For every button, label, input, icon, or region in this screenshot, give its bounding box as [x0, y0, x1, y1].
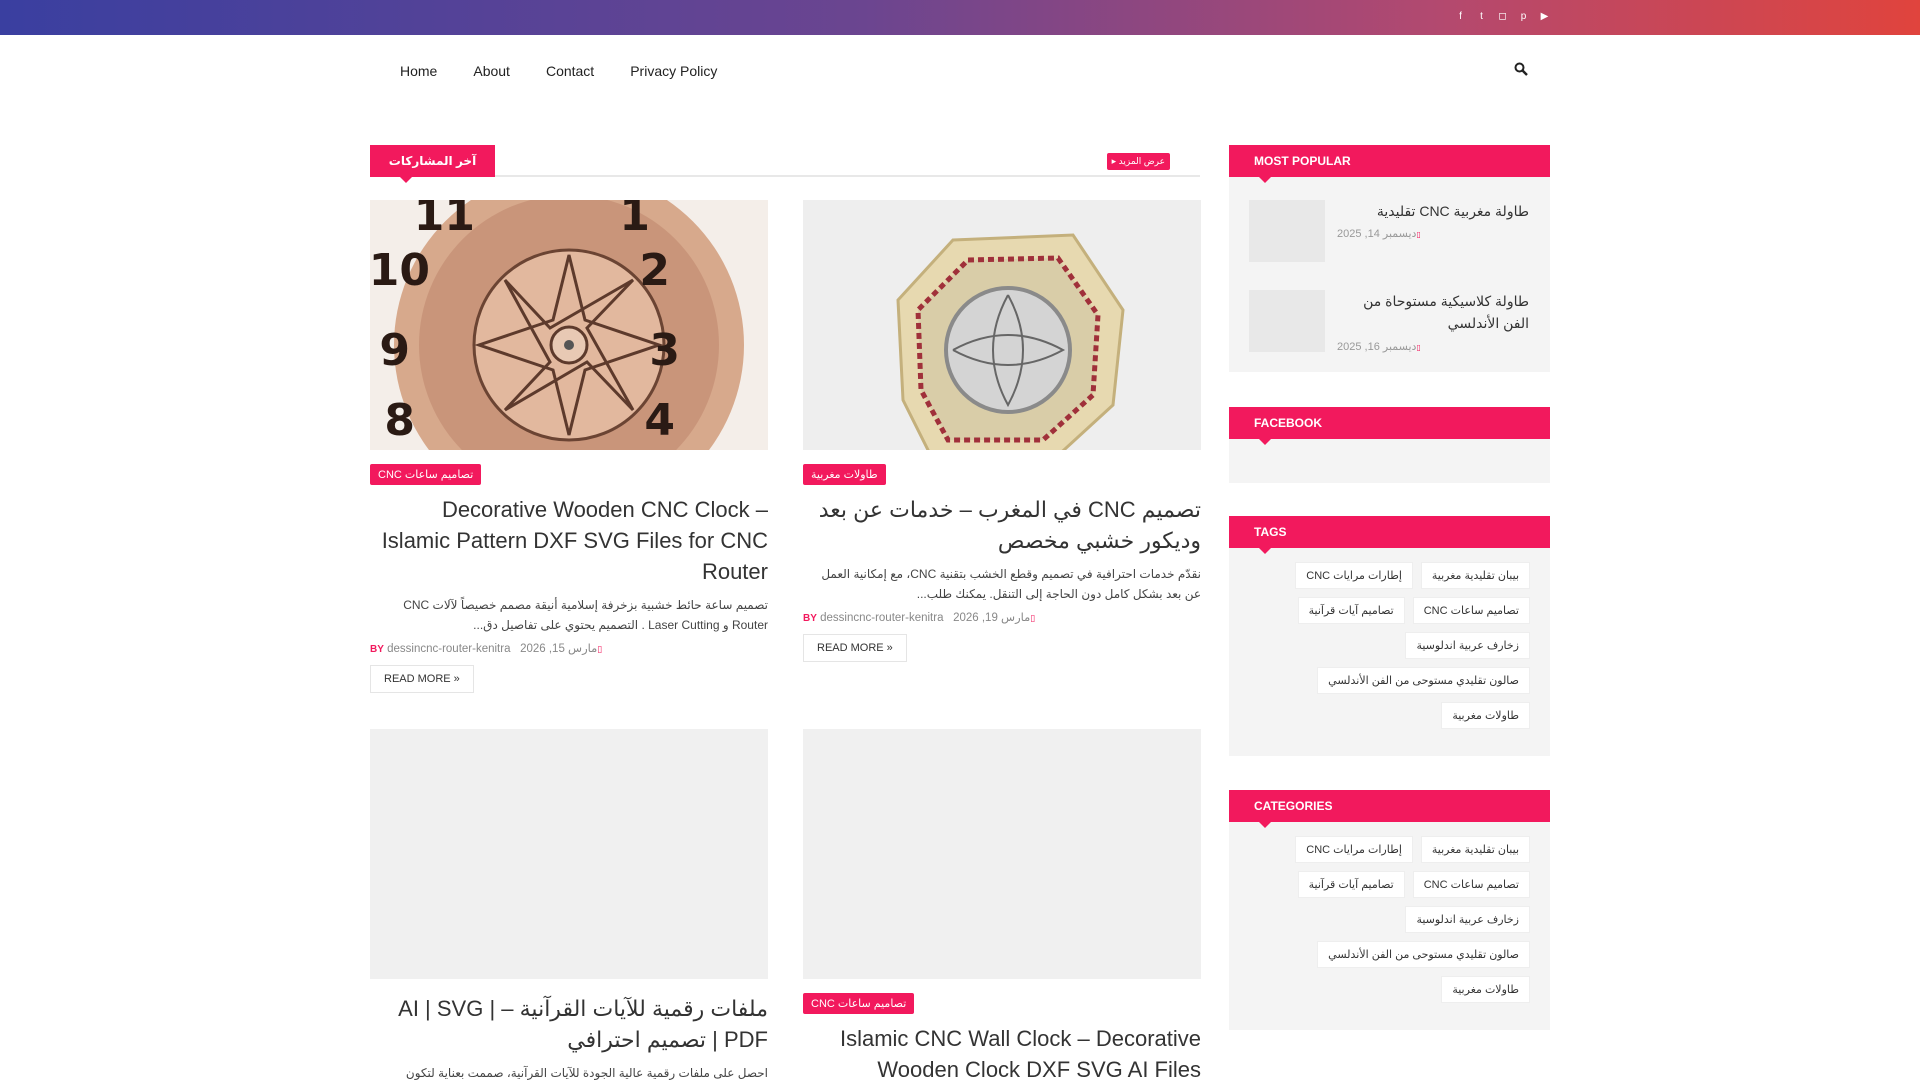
nav-item-privacy-policy[interactable]: Privacy Policy: [630, 63, 717, 79]
popular-post-date: ديسمبر 14, 2025▯: [1337, 228, 1421, 240]
popular-post-item[interactable]: طاولة مغربية CNC تقليدية ديسمبر 14, 2025…: [1249, 200, 1529, 262]
category-item[interactable]: إطارات مرايات CNC: [1295, 836, 1413, 863]
svg-text:1: 1: [619, 200, 650, 241]
widget-title: MOST POPULAR: [1229, 145, 1550, 183]
facebook-icon[interactable]: f: [1455, 11, 1466, 22]
post-title[interactable]: ملفات رقمية للآيات القرآنية – AI | SVG |…: [370, 993, 768, 1055]
post-title[interactable]: Decorative Wooden CNC Clock – Islamic Pa…: [370, 494, 768, 587]
widget-title: CATEGORIES: [1229, 790, 1550, 828]
svg-text:10: 10: [370, 245, 430, 296]
svg-text:4: 4: [644, 395, 675, 446]
category-item[interactable]: طاولات مغربية: [1441, 976, 1530, 1003]
tag-item[interactable]: إطارات مرايات CNC: [1295, 562, 1413, 589]
post-category-label[interactable]: تصاميم ساعات CNC: [370, 464, 482, 485]
category-list: بيبان تقليدية مغربية إطارات مرايات CNC ت…: [1229, 822, 1550, 1019]
popular-post-title[interactable]: طاولة مغربية CNC تقليدية: [1339, 200, 1529, 222]
popular-post-title[interactable]: طاولة كلاسيكية مستوحاة من الفن الأندلسي: [1339, 290, 1529, 334]
post-meta: BY dessincnc-router-kenitra مارس 15, 202…: [370, 641, 768, 655]
tag-item[interactable]: طاولات مغربية: [1441, 702, 1530, 729]
most-popular-widget: MOST POPULAR طاولة مغربية CNC تقليدية دي…: [1229, 145, 1550, 372]
search-icon[interactable]: [1514, 62, 1530, 78]
social-links: f t ◻ p ▶: [1455, 11, 1550, 22]
post-excerpt: تصميم ساعة حائط خشبية بزخرفة إسلامية أني…: [403, 598, 768, 632]
youtube-icon[interactable]: ▶: [1539, 11, 1550, 22]
tag-item[interactable]: تصاميم ساعات CNC: [1412, 597, 1530, 624]
post-card: طاولات مغربية تصميم CNC في المغرب – خدما…: [803, 200, 1201, 662]
tag-item[interactable]: صالون تقليدي مستوحى من الفن الأندلسي: [1317, 667, 1530, 694]
widget-title: FACEBOOK: [1229, 407, 1550, 445]
post-card: تصاميم ساعات CNC Islamic CNC Wall Clock …: [803, 729, 1201, 1080]
read-more-button[interactable]: READ MORE »: [370, 665, 474, 693]
post-thumbnail[interactable]: [803, 729, 1201, 979]
post-excerpt: احصل على ملفات رقمية عالية الجودة للآيات…: [405, 1066, 768, 1080]
category-item[interactable]: تصاميم آيات قرآنية: [1297, 871, 1405, 898]
popular-post-thumbnail[interactable]: [1249, 290, 1325, 352]
tag-item[interactable]: تصاميم آيات قرآنية: [1297, 597, 1405, 624]
post-thumbnail[interactable]: 10 2 93 84 11 1: [370, 200, 768, 450]
popular-post-item[interactable]: طاولة كلاسيكية مستوحاة من الفن الأندلسي …: [1249, 290, 1529, 353]
svg-text:8: 8: [384, 395, 415, 446]
category-item[interactable]: زخارف عربية اندلوسية: [1405, 906, 1530, 933]
post-title[interactable]: تصميم CNC في المغرب – خدمات عن بعد وديكو…: [803, 494, 1201, 556]
category-item[interactable]: صالون تقليدي مستوحى من الفن الأندلسي: [1317, 941, 1530, 968]
svg-text:11: 11: [414, 200, 475, 241]
view-more-button[interactable]: ▸ عرض المزيد: [1106, 153, 1170, 170]
main-nav: Home About Contact Privacy Policy: [400, 60, 1530, 82]
post-by: BY: [803, 613, 817, 624]
latest-posts-section: آخر المشاركات ▸ عرض المزيد 10 2 9 3 8 4 11…: [370, 145, 1201, 1080]
top-bar: f t ◻ p ▶: [0, 0, 1920, 35]
read-more-button[interactable]: READ MORE »: [803, 634, 907, 662]
instagram-icon[interactable]: ◻: [1497, 11, 1508, 22]
facebook-widget: FACEBOOK: [1229, 407, 1550, 483]
svg-text:3: 3: [649, 325, 680, 376]
post-date: مارس 19, 2026: [953, 612, 1031, 624]
nav-item-home[interactable]: Home: [400, 63, 437, 79]
post-title[interactable]: Islamic CNC Wall Clock – Decorative Wood…: [803, 1023, 1201, 1080]
popular-post-date: ديسمبر 16, 2025▯: [1337, 341, 1421, 353]
twitter-icon[interactable]: t: [1476, 11, 1487, 22]
pinterest-icon[interactable]: p: [1518, 11, 1529, 22]
clock-icon: ▯: [597, 644, 603, 654]
category-item[interactable]: بيبان تقليدية مغربية: [1420, 836, 1530, 863]
section-title: آخر المشاركات: [370, 145, 495, 183]
tag-item[interactable]: بيبان تقليدية مغربية: [1420, 562, 1530, 589]
nav-item-contact[interactable]: Contact: [546, 63, 594, 79]
post-date: مارس 15, 2026: [520, 643, 598, 655]
table-image: [803, 200, 1201, 450]
post-by: BY: [370, 644, 384, 655]
nav-item-about[interactable]: About: [473, 63, 510, 79]
tag-item[interactable]: زخارف عربية اندلوسية: [1405, 632, 1530, 659]
clock-icon: ▯: [1030, 613, 1036, 623]
widget-title: TAGS: [1229, 516, 1550, 554]
post-category-label[interactable]: طاولات مغربية: [803, 464, 886, 485]
post-excerpt: نقدّم خدمات احترافية في تصميم وقطع الخشب…: [821, 567, 1201, 601]
tag-list: بيبان تقليدية مغربية إطارات مرايات CNC ت…: [1229, 548, 1550, 745]
post-card: ملفات رقمية للآيات القرآنية – AI | SVG |…: [370, 729, 768, 1080]
category-item[interactable]: تصاميم ساعات CNC: [1412, 871, 1530, 898]
post-thumbnail[interactable]: [803, 200, 1201, 450]
post-meta: BY dessincnc-router-kenitra مارس 19, 202…: [803, 610, 1201, 624]
post-author[interactable]: dessincnc-router-kenitra: [820, 612, 943, 624]
post-thumbnail[interactable]: [370, 729, 768, 979]
svg-text:2: 2: [639, 245, 670, 296]
section-header: آخر المشاركات ▸ عرض المزيد: [370, 145, 1200, 183]
view-more-label: عرض المزيد: [1118, 156, 1165, 166]
categories-widget: CATEGORIES بيبان تقليدية مغربية إطارات م…: [1229, 790, 1550, 1030]
post-author[interactable]: dessincnc-router-kenitra: [387, 643, 510, 655]
popular-post-thumbnail[interactable]: [1249, 200, 1325, 262]
tags-widget: TAGS بيبان تقليدية مغربية إطارات مرايات …: [1229, 516, 1550, 756]
post-card: 10 2 93 84 11 1 تصاميم ساعات CNC Decorativ…: [370, 200, 768, 693]
post-category-label[interactable]: تصاميم ساعات CNC: [803, 993, 915, 1014]
svg-text:9: 9: [379, 325, 410, 376]
clock-image: 10 2 93 84 11 1: [370, 200, 768, 450]
